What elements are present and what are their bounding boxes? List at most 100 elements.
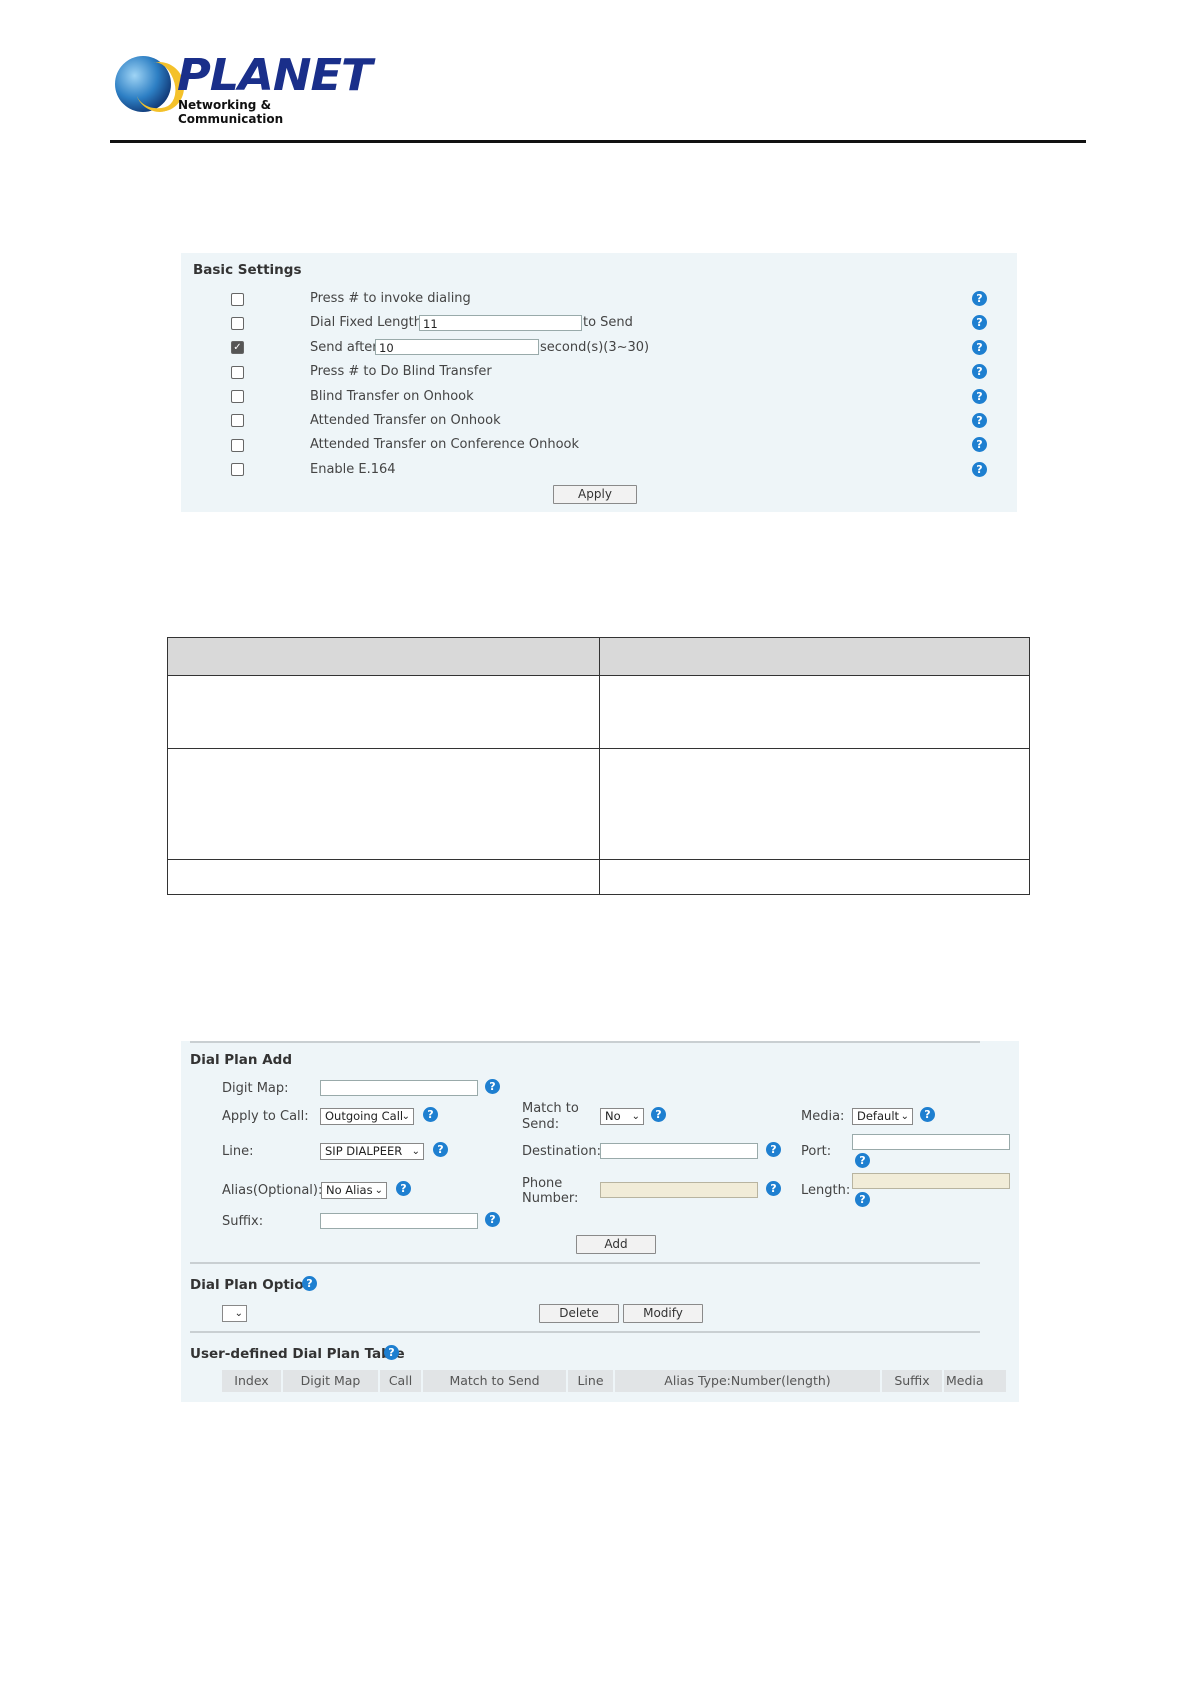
phone-number-label-line2: Number: [522, 1191, 579, 1206]
blind-transfer-onhook-label: Blind Transfer on Onhook [310, 389, 474, 404]
planet-logo: PLANET Networking & Communication [115, 50, 373, 126]
help-icon[interactable]: ? [920, 1107, 935, 1122]
send-after-suffix: second(s)(3~30) [540, 340, 650, 355]
line-label: Line: [222, 1144, 254, 1159]
help-icon[interactable]: ? [651, 1107, 666, 1122]
attended-transfer-conference-checkbox[interactable] [231, 439, 244, 452]
header-divider [110, 140, 1086, 143]
help-icon[interactable]: ? [972, 437, 987, 452]
chevron-down-icon: ⌄ [401, 1111, 410, 1122]
dial-plan-option-title: Dial Plan Option [190, 1277, 314, 1293]
help-icon[interactable]: ? [302, 1276, 317, 1291]
logo-wordmark: PLANET [177, 50, 373, 101]
column-header-index: Index [222, 1370, 281, 1392]
apply-to-call-label: Apply to Call: [222, 1109, 309, 1124]
section-divider [190, 1331, 980, 1333]
delete-button[interactable]: Delete [539, 1304, 619, 1323]
help-icon[interactable]: ? [972, 364, 987, 379]
port-label: Port: [801, 1144, 832, 1159]
add-button[interactable]: Add [576, 1235, 656, 1254]
dial-fixed-length-suffix: to Send [583, 315, 633, 330]
help-icon[interactable]: ? [972, 462, 987, 477]
section-divider [190, 1041, 980, 1043]
alias-label: Alias(Optional): [222, 1183, 323, 1198]
column-header-line: Line [568, 1370, 613, 1392]
table-row [168, 748, 1029, 749]
help-icon[interactable]: ? [384, 1345, 399, 1360]
help-icon[interactable]: ? [972, 413, 987, 428]
suffix-input[interactable] [320, 1213, 478, 1229]
chevron-down-icon: ⌄ [631, 1111, 640, 1122]
phone-number-input[interactable] [600, 1182, 758, 1198]
match-to-send-label: Match to [522, 1101, 579, 1116]
column-divider [599, 638, 600, 894]
media-value: Default [857, 1109, 900, 1123]
match-to-send-value: No [605, 1109, 621, 1123]
length-label: Length: [801, 1183, 851, 1198]
section-divider [190, 1262, 980, 1264]
help-icon[interactable]: ? [855, 1153, 870, 1168]
dial-plan-add-title: Dial Plan Add [190, 1052, 292, 1068]
column-header-media: Media [944, 1370, 1006, 1392]
blind-transfer-onhook-checkbox[interactable] [231, 390, 244, 403]
media-label: Media: [801, 1109, 845, 1124]
attended-transfer-onhook-label: Attended Transfer on Onhook [310, 413, 501, 428]
alias-value: No Alias [326, 1183, 373, 1197]
basic-settings-panel [181, 253, 1017, 512]
column-header-call: Call [380, 1370, 421, 1392]
help-icon[interactable]: ? [972, 340, 987, 355]
chevron-down-icon: ⌄ [374, 1185, 383, 1196]
logo-subtitle: Networking & Communication [178, 98, 284, 126]
chevron-down-icon: ⌄ [234, 1308, 243, 1319]
help-icon[interactable]: ? [766, 1181, 781, 1196]
help-icon[interactable]: ? [485, 1212, 500, 1227]
press-hash-blind-transfer-checkbox[interactable] [231, 366, 244, 379]
media-select[interactable]: Default ⌄ [852, 1108, 913, 1125]
enable-e164-checkbox[interactable] [231, 463, 244, 476]
apply-to-call-value: Outgoing Call [325, 1109, 404, 1123]
attended-transfer-conference-label: Attended Transfer on Conference Onhook [310, 437, 580, 452]
attended-transfer-onhook-checkbox[interactable] [231, 414, 244, 427]
alias-select[interactable]: No Alias ⌄ [321, 1182, 387, 1199]
help-icon[interactable]: ? [423, 1107, 438, 1122]
help-icon[interactable]: ? [855, 1192, 870, 1207]
help-icon[interactable]: ? [972, 291, 987, 306]
suffix-label: Suffix: [222, 1214, 264, 1229]
table-row [168, 859, 1029, 860]
press-hash-label: Press # to invoke dialing [310, 291, 471, 306]
help-icon[interactable]: ? [972, 315, 987, 330]
digit-map-input[interactable] [320, 1080, 478, 1096]
press-hash-blind-transfer-label: Press # to Do Blind Transfer [310, 364, 492, 379]
help-icon[interactable]: ? [485, 1079, 500, 1094]
column-header-digit-map: Digit Map [283, 1370, 378, 1392]
chevron-down-icon: ⌄ [411, 1146, 420, 1157]
modify-button[interactable]: Modify [623, 1304, 703, 1323]
destination-input[interactable] [600, 1143, 758, 1159]
help-icon[interactable]: ? [766, 1142, 781, 1157]
apply-to-call-select[interactable]: Outgoing Call ⌄ [320, 1108, 414, 1125]
send-after-label: Send after [310, 340, 378, 355]
chevron-down-icon: ⌄ [900, 1111, 909, 1122]
line-select[interactable]: SIP DIALPEER ⌄ [320, 1143, 424, 1160]
help-icon[interactable]: ? [433, 1142, 448, 1157]
apply-button[interactable]: Apply [553, 485, 637, 504]
dial-fixed-length-input[interactable]: 11 [419, 315, 582, 331]
column-header-match-to-send: Match to Send [423, 1370, 566, 1392]
user-table-title: User-defined Dial Plan Table [190, 1346, 405, 1362]
dial-plan-option-select[interactable]: ⌄ [222, 1305, 247, 1322]
help-icon[interactable]: ? [396, 1181, 411, 1196]
match-to-send-select[interactable]: No ⌄ [600, 1108, 644, 1125]
globe-logo-icon [115, 56, 190, 118]
dial-fixed-length-label: Dial Fixed Length [310, 315, 422, 330]
press-hash-checkbox[interactable] [231, 293, 244, 306]
column-header-suffix: Suffix [882, 1370, 942, 1392]
port-input[interactable] [852, 1134, 1010, 1150]
send-after-input[interactable]: 10 [375, 339, 539, 355]
send-after-checkbox[interactable] [231, 341, 244, 354]
line-value: SIP DIALPEER [325, 1144, 403, 1158]
dial-fixed-length-checkbox[interactable] [231, 317, 244, 330]
help-icon[interactable]: ? [972, 389, 987, 404]
digit-map-label: Digit Map: [222, 1081, 289, 1096]
phone-number-label: Phone [522, 1176, 563, 1191]
length-input[interactable] [852, 1173, 1010, 1189]
